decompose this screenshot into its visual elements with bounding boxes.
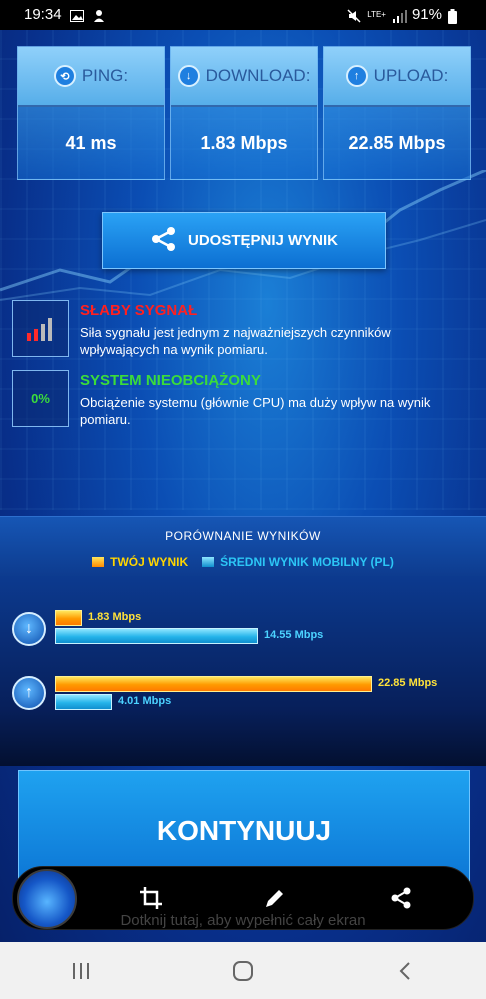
legend-avg: ŚREDNI WYNIK MOBILNY (PL) [202,555,394,569]
download-avg-bar [55,628,258,644]
share-label: UDOSTĘPNIJ WYNIK [187,232,338,249]
system-load-percent: 0% [31,391,50,406]
legend-avg-swatch [202,557,215,567]
upload-avg-label: 4.01 Mbps [118,695,172,707]
download-label: DOWNLOAD: [205,66,311,85]
signal-title: SŁABY SYGNAŁ [80,302,198,319]
upload-icon: ↑ [345,65,368,87]
system-title: SYSTEM NIEOBCIĄŻONY [80,372,261,389]
back-icon[interactable] [375,951,435,991]
legend-yours-swatch [92,557,105,567]
download-card: ↓ DOWNLOAD: 1.83 Mbps [170,46,318,180]
download-avg-label: 14.55 Mbps [264,629,324,641]
download-icon: ↓ [177,65,200,87]
legend-avg-label: ŚREDNI WYNIK MOBILNY (PL) [220,555,394,569]
upload-value: 22.85 Mbps [348,132,446,153]
download-yours-bar [55,610,82,626]
upload-compare-icon: ↑ [12,676,46,710]
home-icon[interactable] [213,951,273,991]
signal-description: Siła sygnału jest jednym z najważniejszy… [80,325,391,357]
upload-header: ↑ UPLOAD: [324,47,470,107]
ping-icon: ⟲ [53,65,76,87]
network-type: LTE+ [367,9,386,19]
signal-info: SŁABY SYGNAŁ Siła sygnału jest jednym z … [12,300,472,357]
toolbar-share-icon[interactable] [387,884,415,912]
upload-yours-bar [55,676,372,692]
fullscreen-hint[interactable]: Dotknij tutaj, aby wypełnić cały ekran [0,912,486,929]
status-bar: 19:34 LTE+ 91% [0,0,486,30]
app-notification-icon [92,9,106,22]
comparison-bars: ↓ 1.83 Mbps 14.55 Mbps ↑ 22.85 Mbps 4.01… [0,576,486,766]
signal-bars-icon [12,300,69,357]
signal-strength-icon [392,9,407,23]
gallery-notification-icon [69,9,84,22]
navigation-bar [0,942,486,999]
legend-yours-label: TWÓJ WYNIK [110,555,189,569]
ping-value: 41 ms [65,132,117,153]
recent-apps-icon[interactable] [51,951,111,991]
upload-yours-label: 22.85 Mbps [378,677,438,689]
download-value: 1.83 Mbps [200,132,288,153]
ping-header: ⟲ PING: [18,47,164,107]
download-compare-icon: ↓ [12,612,46,646]
legend-yours: TWÓJ WYNIK [92,555,188,569]
upload-label: UPLOAD: [373,66,449,85]
download-yours-label: 1.83 Mbps [88,611,142,623]
system-load-info: 0% SYSTEM NIEOBCIĄŻONY Obciążenie system… [12,370,472,427]
crop-icon[interactable] [137,884,165,912]
share-icon [150,225,178,257]
mute-icon [347,8,361,23]
battery-icon [448,8,462,24]
comparison-title: PORÓWNANIE WYNIKÓW [165,529,321,543]
status-time: 19:34 [24,6,62,23]
ping-card: ⟲ PING: 41 ms [17,46,165,180]
share-result-button[interactable]: UDOSTĘPNIJ WYNIK [102,212,386,269]
continue-label: KONTYNUUJ [156,815,332,846]
system-load-badge: 0% [12,370,69,427]
comparison-legend: TWÓJ WYNIK ŚREDNI WYNIK MOBILNY (PL) [0,555,486,569]
battery-percent: 91% [411,6,442,23]
system-description: Obciążenie systemu (głównie CPU) ma duży… [80,395,431,427]
edit-pencil-icon[interactable] [261,884,289,912]
ping-label: PING: [81,66,129,85]
upload-card: ↑ UPLOAD: 22.85 Mbps [323,46,471,180]
upload-avg-bar [55,694,112,710]
speedtest-result-screen: ⟲ PING: 41 ms ↓ DOWNLOAD: 1.83 Mbps ↑ UP… [0,30,486,942]
download-header: ↓ DOWNLOAD: [171,47,317,107]
